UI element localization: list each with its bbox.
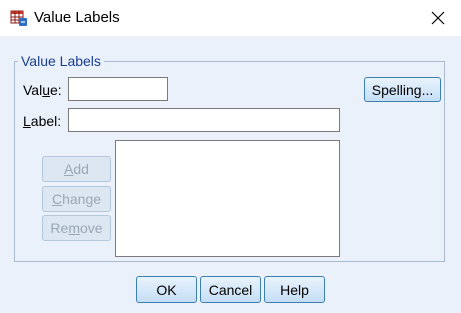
spss-grid-icon: [10, 10, 27, 26]
change-button[interactable]: Change: [42, 186, 111, 212]
value-input[interactable]: [68, 77, 168, 101]
label-field-label: Label:: [23, 113, 62, 129]
value-field-label: Value:: [23, 82, 62, 98]
cancel-button[interactable]: Cancel: [200, 276, 261, 303]
help-button[interactable]: Help: [264, 276, 325, 303]
value-labels-list[interactable]: [115, 140, 340, 257]
spelling-button[interactable]: Spelling...: [364, 77, 441, 102]
title-bar: Value Labels: [0, 0, 461, 36]
window-title: Value Labels: [34, 9, 120, 26]
ok-button[interactable]: OK: [136, 276, 197, 303]
add-button[interactable]: Add: [42, 156, 111, 182]
dialog-body: Value Labels Value: Label: Spelling... A…: [0, 36, 461, 313]
label-input[interactable]: [68, 108, 340, 132]
close-icon: [431, 11, 445, 25]
close-button[interactable]: [424, 7, 452, 29]
remove-button[interactable]: Re m ove: [42, 215, 111, 241]
group-legend: Value Labels: [18, 53, 104, 69]
